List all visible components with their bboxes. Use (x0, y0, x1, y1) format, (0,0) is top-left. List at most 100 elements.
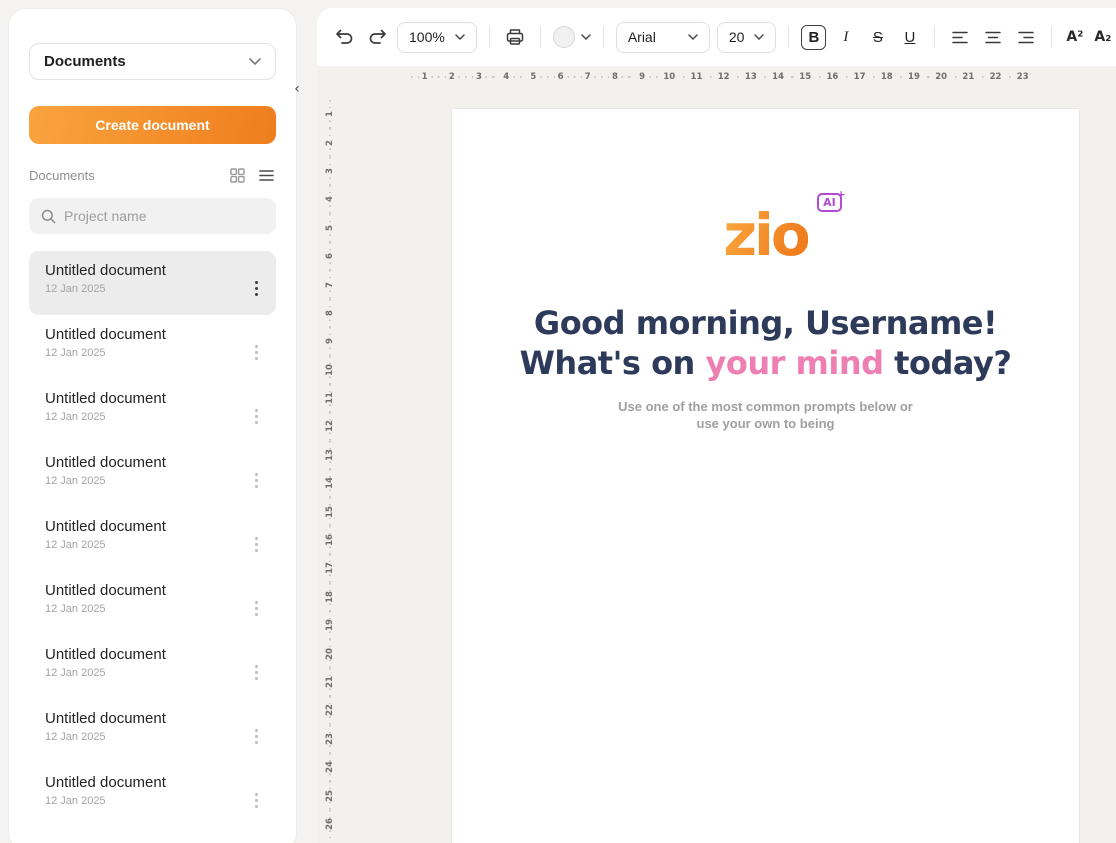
ruler-mark: 10 (324, 356, 336, 384)
zio-logo-text: zio (723, 201, 808, 269)
document-list-item[interactable]: Untitled document 12 Jan 2025 (29, 443, 276, 507)
kebab-icon (255, 409, 258, 424)
list-view-icon (259, 169, 274, 182)
document-title: Untitled document (45, 518, 166, 535)
document-menu-button[interactable] (247, 275, 266, 302)
list-view-button[interactable] (257, 167, 276, 184)
ruler-mark: 19 (324, 611, 336, 639)
align-right-button[interactable] (1013, 24, 1039, 50)
subtitle-line2: use your own to being (452, 415, 1079, 432)
zoom-select[interactable]: 100% (397, 22, 477, 53)
document-list-item[interactable]: Untitled document 12 Jan 2025 (29, 699, 276, 763)
greeting-line2: What's on your mind today? (452, 343, 1079, 383)
document-list-item[interactable]: Untitled document 12 Jan 2025 (29, 763, 276, 827)
ruler-mark: 13 (737, 71, 764, 83)
ruler-mark: 18 (873, 71, 900, 83)
ruler-mark: 12 (324, 412, 336, 440)
create-document-button[interactable]: Create document (29, 106, 276, 144)
superscript-button[interactable]: A² (1064, 29, 1085, 45)
ruler-mark: 15 (324, 497, 336, 525)
workspace-selector[interactable]: Documents (29, 43, 276, 80)
chevron-down-icon (754, 34, 764, 40)
document-list-item[interactable]: Untitled document 12 Jan 2025 (29, 315, 276, 379)
kebab-icon (255, 473, 258, 488)
document-list-item[interactable]: Untitled document 12 Jan 2025 (29, 571, 276, 635)
bold-button[interactable]: B (801, 25, 826, 50)
document-menu-button[interactable] (247, 659, 266, 686)
font-family-select[interactable]: Arial (616, 22, 710, 53)
collapse-sidebar-button[interactable]: ‹ (288, 80, 306, 98)
document-title: Untitled document (45, 454, 166, 471)
ruler-mark: 14 (324, 469, 336, 497)
ruler-mark: 19 (900, 71, 927, 83)
document-menu-button[interactable] (247, 403, 266, 430)
ruler-mark: 14 (764, 71, 791, 83)
color-swatch-icon (553, 26, 575, 48)
search-input[interactable] (64, 208, 264, 224)
ruler-mark: 16 (324, 526, 336, 554)
ruler-mark: 17 (324, 554, 336, 582)
ruler-mark: 25 (324, 781, 336, 809)
font-size-select[interactable]: 20 (717, 22, 777, 53)
ruler-mark: 7 (574, 71, 601, 83)
document-menu-button[interactable] (247, 595, 266, 622)
ruler-mark: 2 (438, 71, 465, 83)
ruler-mark: 16 (819, 71, 846, 83)
document-list-item[interactable]: Untitled document 12 Jan 2025 (29, 379, 276, 443)
document-menu-button[interactable] (247, 787, 266, 814)
toolbar-divider (934, 26, 935, 48)
ruler-mark: 6 (324, 242, 336, 270)
ruler-mark: 11 (324, 384, 336, 412)
document-menu-button[interactable] (247, 723, 266, 750)
ruler-mark: 3 (324, 157, 336, 185)
strikethrough-button[interactable]: S (865, 25, 890, 50)
ruler-mark: 24 (324, 753, 336, 781)
editor-area: 100% Arial 20 B I S U (317, 8, 1116, 843)
ruler-mark: 26 (324, 810, 336, 838)
ruler-mark: 11 (683, 71, 710, 83)
align-left-button[interactable] (947, 24, 973, 50)
document-title: Untitled document (45, 262, 166, 279)
toolbar-divider (489, 26, 490, 48)
grid-view-button[interactable] (228, 166, 247, 185)
chevron-down-icon (249, 58, 261, 65)
document-title: Untitled document (45, 710, 166, 727)
document-list-item[interactable]: Untitled document 12 Jan 2025 (29, 251, 276, 315)
document-date: 12 Jan 2025 (45, 539, 166, 551)
ruler-mark: 18 (324, 583, 336, 611)
ruler-mark: 1 (324, 100, 336, 128)
subscript-button[interactable]: A₂ (1092, 29, 1113, 45)
font-size-value: 20 (729, 29, 745, 45)
zio-logo: zio AI+ (723, 209, 808, 261)
toolbar-divider (540, 26, 541, 48)
document-list: Untitled document 12 Jan 2025 Untitled d… (29, 251, 276, 827)
italic-button[interactable]: I (833, 25, 858, 50)
document-menu-button[interactable] (247, 531, 266, 558)
ai-badge: AI+ (817, 193, 842, 212)
align-center-button[interactable] (980, 24, 1006, 50)
documents-section-title: Documents (29, 168, 95, 183)
chevron-down-icon (581, 34, 591, 40)
document-page[interactable]: zio AI+ Good morning, Username! What's o… (451, 108, 1080, 843)
undo-button[interactable] (331, 24, 357, 50)
print-button[interactable] (502, 24, 528, 50)
ruler-mark: 3 (465, 71, 492, 83)
underline-button[interactable]: U (897, 25, 922, 50)
ruler-mark: 15 (792, 71, 819, 83)
ruler-mark: 6 (547, 71, 574, 83)
document-title: Untitled document (45, 390, 166, 407)
document-list-item[interactable]: Untitled document 12 Jan 2025 (29, 507, 276, 571)
ruler-mark: 9 (324, 327, 336, 355)
ruler-mark: 20 (324, 639, 336, 667)
redo-button[interactable] (364, 24, 390, 50)
document-menu-button[interactable] (247, 339, 266, 366)
sidebar: Documents Create document Documents (8, 8, 297, 843)
ruler-mark: 9 (629, 71, 656, 83)
document-menu-button[interactable] (247, 467, 266, 494)
ruler-mark: 4 (324, 185, 336, 213)
document-list-item[interactable]: Untitled document 12 Jan 2025 (29, 635, 276, 699)
ai-badge-plus-icon: + (837, 188, 846, 201)
kebab-icon (255, 793, 258, 808)
text-color-picker[interactable] (553, 26, 591, 48)
ruler-mark: 10 (656, 71, 683, 83)
